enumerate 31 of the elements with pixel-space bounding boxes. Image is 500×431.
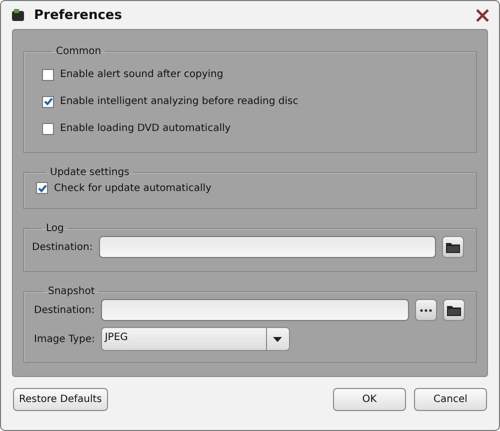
field-label: Image Type: [34, 334, 95, 344]
group-title: Log [45, 223, 65, 234]
window-title: Preferences [34, 8, 123, 22]
field-label: Destination: [34, 304, 95, 316]
checkbox-label: Check for update automatically [54, 182, 212, 194]
checkbox[interactable] [36, 182, 48, 194]
dots-icon [420, 308, 432, 312]
checkbox[interactable] [42, 122, 54, 134]
image-type-dropdown[interactable]: JPEG [100, 327, 290, 351]
folder-icon [446, 242, 460, 252]
browse-button[interactable] [442, 299, 465, 321]
browse-button[interactable] [442, 236, 464, 258]
group-title: Snapshot [47, 286, 96, 297]
restore-defaults-button[interactable]: Restore Defaults [13, 388, 108, 411]
checkbox[interactable] [42, 68, 54, 80]
checkbox-label: Enable loading DVD automatically [60, 123, 231, 134]
destination-field[interactable] [98, 236, 436, 258]
checkbox-label: Enable intelligent analyzing before reading disc [60, 96, 298, 107]
field-label: Destination: [32, 242, 93, 252]
checkbox-label: Enable alert sound after copying [60, 69, 224, 80]
checkbox[interactable] [42, 96, 54, 108]
group-title: Common [55, 46, 102, 57]
destination-field[interactable] [100, 299, 409, 321]
close-icon[interactable] [476, 8, 489, 22]
caret-icon [273, 336, 282, 342]
app-icon [11, 8, 25, 22]
group-title: Update settings [49, 167, 130, 178]
cancel-button[interactable]: Cancel [414, 388, 487, 411]
ok-button[interactable]: OK [333, 388, 406, 411]
folder-icon [446, 304, 461, 316]
more-button[interactable] [414, 299, 437, 321]
